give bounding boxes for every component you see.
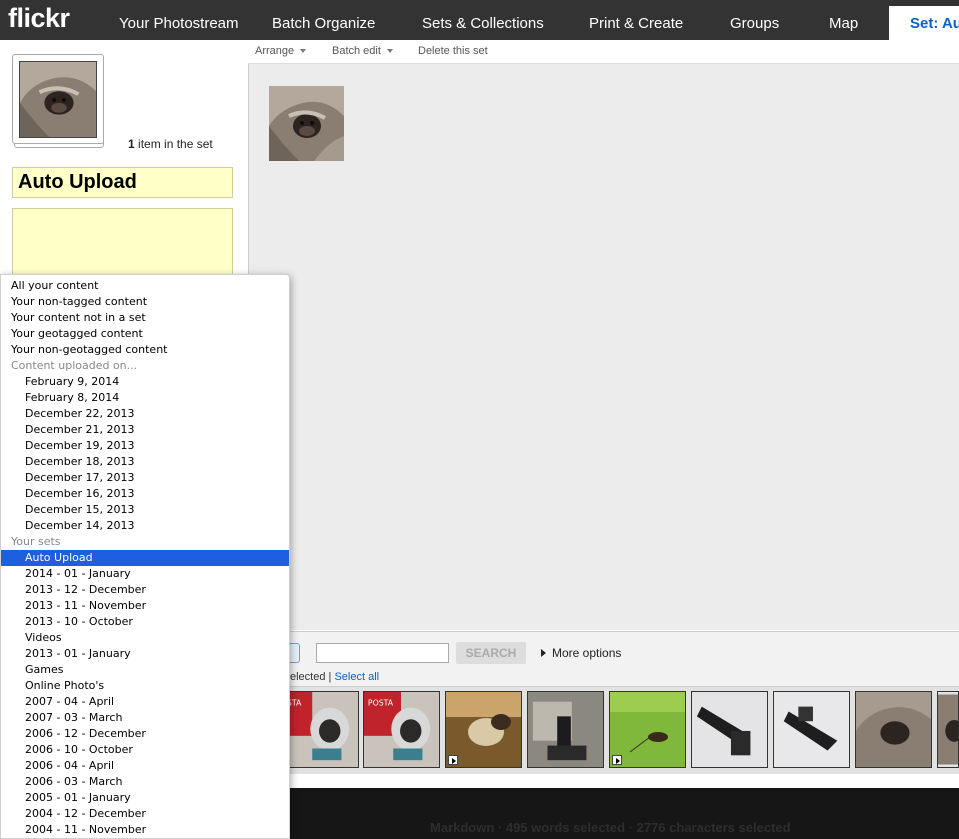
menu-item-geotagged[interactable]: Your geotagged content bbox=[1, 326, 289, 342]
menu-item-set[interactable]: 2014 - 01 - January bbox=[1, 566, 289, 582]
menu-item-set[interactable]: 2005 - 01 - January bbox=[1, 790, 289, 806]
set-photo-thumbnail[interactable] bbox=[269, 86, 344, 161]
chevron-down-icon bbox=[386, 49, 393, 54]
menu-item-set[interactable]: 2013 - 10 - October bbox=[1, 614, 289, 630]
menu-item-set[interactable]: 2006 - 03 - March bbox=[1, 774, 289, 790]
menu-item-date[interactable]: December 14, 2013 bbox=[1, 518, 289, 534]
menu-item-set[interactable]: 2013 - 01 - January bbox=[1, 646, 289, 662]
nav-groups[interactable]: Groups bbox=[730, 0, 779, 40]
menu-item-date[interactable]: December 18, 2013 bbox=[1, 454, 289, 470]
video-badge-icon bbox=[612, 755, 622, 765]
content-filter-menu: All your content Your non-tagged content… bbox=[0, 274, 290, 839]
more-options-toggle[interactable]: More options bbox=[541, 646, 621, 660]
strip-thumbnail[interactable] bbox=[937, 691, 959, 768]
menu-item-set[interactable]: 2013 - 12 - December bbox=[1, 582, 289, 598]
set-cover-photo[interactable] bbox=[19, 61, 97, 138]
menu-item-date[interactable]: December 16, 2013 bbox=[1, 486, 289, 502]
search-button[interactable]: SEARCH bbox=[456, 642, 526, 664]
set-canvas[interactable] bbox=[248, 64, 959, 630]
top-nav-bar: flickr Your Photostream Batch Organize S… bbox=[0, 0, 959, 40]
menu-item-set-selected[interactable]: Auto Upload bbox=[1, 550, 289, 566]
menu-item-non-tagged[interactable]: Your non-tagged content bbox=[1, 294, 289, 310]
nav-map[interactable]: Map bbox=[829, 0, 858, 40]
menu-item-not-in-set[interactable]: Your content not in a set bbox=[1, 310, 289, 326]
menu-item-set[interactable]: 2006 - 04 - April bbox=[1, 758, 289, 774]
chevron-down-icon bbox=[300, 49, 307, 54]
menu-item-date[interactable]: December 22, 2013 bbox=[1, 406, 289, 422]
strip-thumbnail[interactable] bbox=[527, 691, 604, 768]
nav-sets-collections[interactable]: Sets & Collections bbox=[422, 0, 544, 40]
strip-thumbnail[interactable] bbox=[445, 691, 522, 768]
page: flickr Your Photostream Batch Organize S… bbox=[0, 0, 959, 839]
menu-item-set[interactable]: 2006 - 12 - December bbox=[1, 726, 289, 742]
set-item-count: 1 item in the set bbox=[128, 137, 213, 151]
menu-item-date[interactable]: February 8, 2014 bbox=[1, 390, 289, 406]
strip-thumbnail[interactable]: POSTA bbox=[363, 691, 440, 768]
search-input[interactable] bbox=[316, 643, 449, 663]
nav-your-photostream[interactable]: Your Photostream bbox=[119, 0, 239, 40]
strip-thumbnail[interactable] bbox=[691, 691, 768, 768]
nav-batch-organize[interactable]: Batch Organize bbox=[272, 0, 375, 40]
menu-item-set[interactable]: 2006 - 10 - October bbox=[1, 742, 289, 758]
strip-thumbnail[interactable]: STA bbox=[282, 691, 359, 768]
video-badge-icon bbox=[448, 755, 458, 765]
menu-item-set[interactable]: 2007 - 03 - March bbox=[1, 710, 289, 726]
menu-item-all-content[interactable]: All your content bbox=[1, 278, 289, 294]
set-cover-stack[interactable] bbox=[12, 54, 104, 150]
flickr-logo[interactable]: flickr bbox=[8, 3, 70, 34]
menu-item-date[interactable]: December 17, 2013 bbox=[1, 470, 289, 486]
strip-thumbnail[interactable] bbox=[773, 691, 850, 768]
selection-info: elected | Select all bbox=[290, 671, 380, 683]
menu-item-non-geotagged[interactable]: Your non-geotagged content bbox=[1, 342, 289, 358]
menu-item-date[interactable]: December 15, 2013 bbox=[1, 502, 289, 518]
tab-set-auto-upload[interactable]: Set: Au bbox=[889, 6, 959, 40]
menu-item-date[interactable]: December 21, 2013 bbox=[1, 422, 289, 438]
menu-item-set[interactable]: Online Photo's bbox=[1, 678, 289, 694]
batch-edit-menu[interactable]: Batch edit bbox=[332, 45, 393, 57]
strip-thumbnail[interactable] bbox=[609, 691, 686, 768]
menu-item-set[interactable]: 2004 - 11 - November bbox=[1, 822, 289, 838]
nav-print-create[interactable]: Print & Create bbox=[589, 0, 683, 40]
menu-item-set[interactable]: 2007 - 04 - April bbox=[1, 694, 289, 710]
menu-item-set[interactable]: 2004 - 12 - December bbox=[1, 806, 289, 822]
set-toolbar: Arrange Batch edit Delete this set bbox=[248, 40, 959, 64]
menu-item-date[interactable]: February 9, 2014 bbox=[1, 374, 289, 390]
menu-item-set[interactable]: Games bbox=[1, 662, 289, 678]
delete-set-link[interactable]: Delete this set bbox=[418, 45, 488, 57]
select-all-link[interactable]: Select all bbox=[334, 671, 379, 683]
set-title-field[interactable]: Auto Upload bbox=[12, 167, 233, 198]
triangle-right-icon bbox=[541, 649, 546, 657]
strip-thumbnail[interactable] bbox=[855, 691, 932, 768]
menu-item-set[interactable]: 2013 - 11 - November bbox=[1, 598, 289, 614]
menu-item-date[interactable]: December 19, 2013 bbox=[1, 438, 289, 454]
svg-text:POSTA: POSTA bbox=[368, 699, 394, 708]
word-count-status: Markdown · 495 words selected · 2776 cha… bbox=[430, 820, 791, 835]
menu-header-uploaded: Content uploaded on... bbox=[11, 359, 138, 372]
set-description-field[interactable] bbox=[12, 208, 233, 278]
menu-item-set[interactable]: Videos bbox=[1, 630, 289, 646]
arrange-menu[interactable]: Arrange bbox=[255, 45, 307, 57]
menu-header-your-sets: Your sets bbox=[11, 535, 61, 548]
